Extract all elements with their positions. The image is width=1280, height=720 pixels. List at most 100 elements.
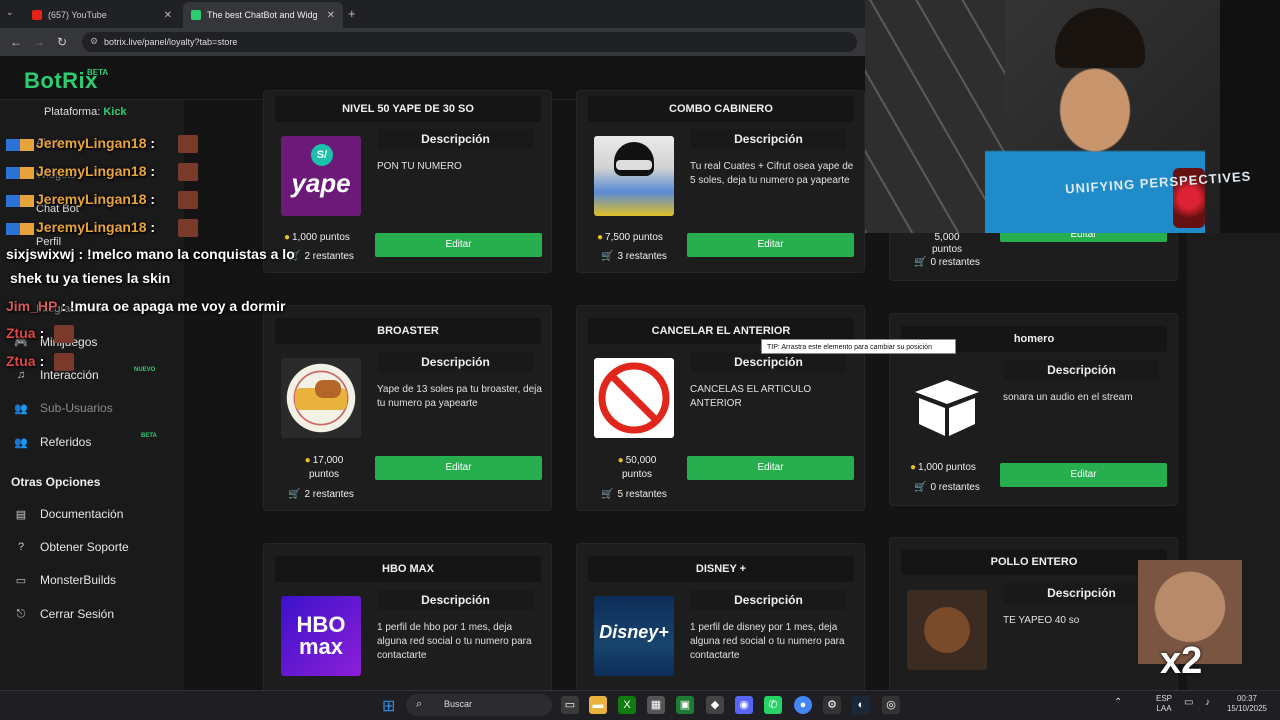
platform-selector[interactable]: Plataforma: Kick (44, 106, 127, 118)
store-icon[interactable]: ▦ (647, 696, 665, 714)
edit-button[interactable]: Editar (375, 233, 542, 257)
chat-text: : (39, 325, 45, 341)
monitor-icon: ▭ (15, 574, 27, 587)
sidebar-item-sub-usuarios[interactable]: 👥 Sub-Usuarios (14, 401, 113, 415)
sidebar-item-referidos[interactable]: 👥 Referidos (14, 435, 91, 449)
store-item-card[interactable]: CANCELAR EL ANTERIOR Descripción CANCELA… (576, 305, 865, 511)
users-icon: 👥 (14, 402, 28, 415)
edit-button[interactable]: Editar (375, 456, 542, 480)
app-icon[interactable]: ◆ (706, 696, 724, 714)
store-item-card[interactable]: 5,000 puntos 🛒 0 restantes Editar (889, 226, 1178, 281)
chat-crown-icon (20, 223, 34, 235)
chat-emote-image (178, 135, 198, 153)
tab-search-icon[interactable]: ⌄ (6, 7, 14, 18)
site-info-icon[interactable]: ⚙ (90, 36, 98, 47)
item-description: sonara un audio en el stream (1003, 392, 1133, 403)
tray-chevron-icon[interactable]: ⌃ (1114, 698, 1122, 708)
url-field[interactable]: ⚙ botrix.live/panel/loyalty?tab=store (82, 32, 857, 52)
music-note-icon: ♫ (16, 369, 26, 381)
xbox-icon[interactable]: X (618, 696, 636, 714)
chat-username: Ztua (6, 353, 36, 369)
taskbar (0, 690, 1280, 720)
platform-label: Plataforma: (44, 106, 101, 118)
new-tab-icon[interactable]: + (348, 6, 356, 21)
item-description: Yape de 13 soles pa tu broaster, deja tu… (377, 384, 542, 409)
forward-icon[interactable]: → (33, 35, 45, 49)
sidebar-item-cerrar-sesion[interactable]: ⎋ Cerrar Sesión (14, 607, 114, 621)
sidebar-item-label: MonsterBuilds (40, 573, 117, 587)
prohibited-icon (598, 362, 670, 434)
item-remaining: 🛒 2 restantes (288, 489, 354, 500)
store-item-card[interactable]: NIVEL 50 YAPE DE 30 SO S/ yape Descripci… (263, 90, 552, 273)
support-icon: ? (17, 541, 25, 553)
app-icon[interactable]: ◎ (882, 696, 900, 714)
close-tab-icon[interactable]: ✕ (327, 10, 335, 21)
new-badge: NUEVO (134, 367, 156, 373)
taskbar-search[interactable]: ⌕ Buscar (406, 694, 552, 716)
discord-icon[interactable]: ◉ (735, 696, 753, 714)
item-points: ● 50,000 puntos (617, 455, 657, 480)
sidebar-item-monsterbuilds[interactable]: ▭ MonsterBuilds (14, 573, 116, 587)
coins-icon: ● (617, 455, 624, 466)
network-icon[interactable]: ▭ (1184, 698, 1193, 708)
description-heading: Descripción (378, 129, 533, 149)
document-icon: ▤ (15, 508, 27, 521)
item-points: ● 7,500 puntos (597, 232, 663, 243)
botrix-favicon-icon (191, 10, 201, 20)
chat-text: shek tu ya tienes la skin (10, 270, 171, 286)
chat-emote-image (178, 191, 198, 209)
reload-icon[interactable]: ↻ (57, 35, 67, 49)
item-title: POLLO ENTERO (901, 549, 1167, 575)
chat-username: JeremyLingan18 (36, 191, 147, 207)
chat-badge-icon (6, 139, 20, 151)
tab-youtube[interactable]: (657) YouTube ✕ (24, 2, 180, 28)
close-tab-icon[interactable]: ✕ (164, 10, 172, 21)
item-remaining: 🛒 0 restantes (914, 482, 980, 493)
task-view-icon[interactable]: ▭ (561, 696, 579, 714)
description-heading: Descripción (1004, 583, 1159, 603)
back-icon[interactable]: ← (10, 35, 22, 49)
chicken-image (907, 590, 987, 670)
edit-button[interactable]: Editar (687, 456, 854, 480)
chat-message: JeremyLingan18 : (6, 219, 198, 237)
edit-button[interactable]: Editar (687, 233, 854, 257)
description-heading: Descripción (378, 352, 533, 372)
chat-emote-image (54, 353, 74, 371)
file-explorer-icon[interactable]: ▬ (589, 696, 607, 714)
coins-icon: ● (304, 455, 311, 466)
edit-button[interactable]: Editar (1000, 463, 1167, 487)
language-indicator[interactable]: ESP LAA (1156, 694, 1172, 714)
search-placeholder: Buscar (444, 699, 473, 709)
windows-start-icon[interactable]: ⊞ (382, 696, 395, 716)
chat-badge-icon (6, 195, 20, 207)
store-item-card[interactable]: HBO MAX HBO max Descripción 1 perfil de h… (263, 543, 552, 693)
url-text: botrix.live/panel/loyalty?tab=store (104, 37, 238, 47)
whatsapp-icon[interactable]: ✆ (764, 696, 782, 714)
description-heading: Descripción (691, 352, 846, 372)
chat-message: Ztua: (6, 353, 74, 371)
minecraft-icon[interactable]: ▣ (676, 696, 694, 714)
chat-emote-image (54, 325, 74, 343)
settings-icon[interactable]: ⚙ (823, 696, 841, 714)
store-item-card[interactable]: COMBO CABINERO Descripción Tu real Cuate… (576, 90, 865, 273)
description-heading: Descripción (1004, 360, 1159, 380)
sidebar-item-soporte[interactable]: ? Obtener Soporte (14, 540, 129, 554)
item-description: 1 perfil de hbo por 1 mes, deja alguna r… (377, 622, 532, 661)
sidebar-item-documentacion[interactable]: ▤ Documentación (14, 507, 124, 521)
store-item-card[interactable]: BROASTER Descripción Yape de 13 soles pa… (263, 305, 552, 511)
store-item-card[interactable]: POLLO ENTERO Descripción TE YAPEO 40 so (889, 537, 1178, 693)
item-title: COMBO CABINERO (588, 96, 854, 122)
chat-message: Jim_HP: !mura oe apaga me voy a dormir (6, 298, 285, 314)
tab-botrix[interactable]: The best ChatBot and Widgets ✕ (183, 2, 343, 28)
chrome-icon[interactable]: ● (794, 696, 812, 714)
clock[interactable]: 00:37 15/10/2025 (1222, 694, 1272, 714)
chat-text: : !mura oe apaga me voy a dormir (61, 298, 286, 314)
coins-icon: ● (597, 232, 604, 243)
store-item-card[interactable]: DISNEY + Disney+ Descripción 1 perfil de… (576, 543, 865, 693)
cart-icon: 🛒 (914, 482, 927, 493)
item-points: ● 1,000 puntos (284, 232, 350, 243)
coins-icon: ● (284, 232, 291, 243)
item-title: DISNEY + (588, 556, 854, 582)
volume-icon[interactable]: ♪ (1205, 698, 1210, 708)
steam-icon[interactable]: ◐ (852, 696, 870, 714)
